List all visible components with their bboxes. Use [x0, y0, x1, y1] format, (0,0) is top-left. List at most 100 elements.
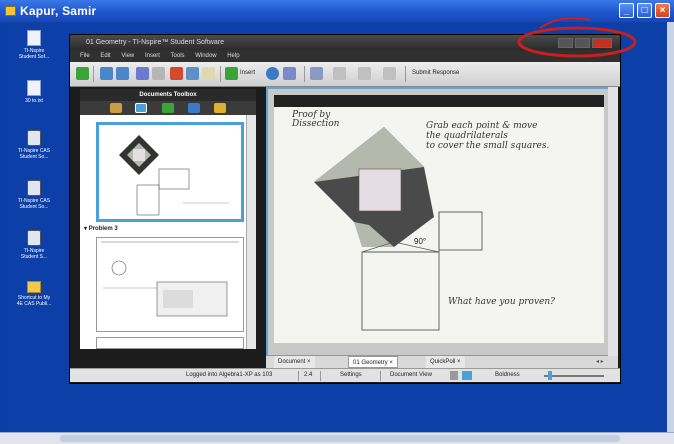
desktop-icon-1[interactable]: 30 to.txt — [14, 80, 54, 104]
page-sorter-panel: 1 ▾ Problem 3 — [80, 115, 256, 349]
menu-tools[interactable]: Tools — [171, 53, 185, 59]
grid-icon[interactable] — [310, 67, 323, 80]
tab-label: 01 Geometry — [353, 360, 388, 366]
menu-window[interactable]: Window — [195, 53, 216, 59]
settings-button[interactable]: Settings — [340, 369, 362, 382]
document-scrollbar[interactable] — [608, 87, 618, 357]
desktop-icon-label: Student S... — [20, 254, 48, 260]
tab-label: QuickPoll — [430, 359, 456, 365]
insert-icon[interactable] — [225, 67, 238, 80]
redo-icon[interactable] — [152, 67, 165, 80]
small-square-right — [438, 211, 483, 251]
panel-scrollbar[interactable] — [246, 115, 256, 349]
screen-icon[interactable] — [283, 67, 296, 80]
toolbar-divider — [93, 66, 94, 82]
page-thumbnail-selected[interactable] — [96, 122, 244, 222]
desktop-icon-0[interactable]: TI-Nspire Student Sof... — [14, 30, 54, 60]
page-number: 2.4 — [304, 372, 313, 378]
insert-button[interactable]: Insert — [240, 70, 255, 76]
toolbar-divider — [220, 66, 221, 82]
remote-horizontal-scrollbar[interactable] — [0, 432, 674, 444]
desktop-icon-3[interactable]: TI-Nspire CAS Student So... — [14, 180, 54, 210]
page-thumbnail-small[interactable] — [96, 337, 244, 349]
undo-icon[interactable] — [136, 67, 149, 80]
login-status: Logged into Algebra1-XP as 103 — [186, 372, 273, 378]
remote-vertical-scrollbar[interactable] — [667, 22, 674, 432]
open-icon[interactable] — [100, 67, 113, 80]
document-page[interactable]: Proof by Dissection Grab each point & mo… — [274, 95, 604, 343]
thumbnail-content — [101, 241, 239, 317]
thumbnail-diagram — [119, 135, 229, 216]
dissection-diagram — [314, 127, 483, 331]
desktop-icon-label: 4E CAS Publi... — [16, 301, 52, 307]
close-icon[interactable]: × — [655, 3, 670, 18]
menu-help[interactable]: Help — [227, 53, 239, 59]
remote-title-bar[interactable]: Kapur, Samir _ □ × — [0, 0, 674, 22]
tab-quickpoll[interactable]: QuickPoll × — [426, 356, 465, 368]
page-thumbnail[interactable] — [96, 237, 244, 332]
toolbox-tabs — [80, 101, 256, 115]
nspire-app-window: 01 Geometry - TI-Nspire™ Student Softwar… — [69, 34, 621, 384]
app-restore-icon[interactable] — [575, 38, 590, 48]
globe-icon[interactable] — [266, 67, 279, 80]
tab-label: Document — [278, 359, 306, 365]
maximize-icon[interactable]: □ — [637, 3, 652, 18]
small-square — [358, 168, 402, 212]
toolbar-divider — [304, 66, 305, 82]
boldness-label: Boldness — [495, 372, 520, 378]
copy-icon[interactable] — [186, 67, 199, 80]
tab-geometry[interactable]: 01 Geometry × — [348, 356, 398, 368]
calculator-icon — [27, 130, 41, 146]
cut-icon[interactable] — [170, 67, 183, 80]
tools-tab-icon[interactable] — [110, 103, 122, 113]
folder-tab-icon[interactable] — [214, 103, 226, 113]
desktop-icon-label: Student So... — [19, 154, 49, 160]
toolbar: Insert Submit Response — [70, 62, 620, 87]
menu-bar: File Edit View Insert Tools Window Help — [70, 50, 620, 62]
scroll-thumb[interactable] — [60, 435, 620, 442]
menu-insert[interactable]: Insert — [145, 53, 160, 59]
page-view-icon[interactable] — [450, 371, 458, 380]
save-icon[interactable] — [116, 67, 129, 80]
tab-scroll-arrows-icon[interactable]: ◂ ▸ — [596, 356, 604, 368]
desktop-icon-2[interactable]: TI-Nspire CAS Student So... — [14, 130, 54, 160]
desktop-icon-label: 30 to.txt — [25, 98, 43, 104]
documents-toolbox-header: Documents Toolbox — [80, 89, 256, 101]
submit-response-button[interactable]: Submit Response — [412, 70, 459, 76]
angle-label: 90° — [414, 237, 427, 246]
desktop-icon-5[interactable]: Shortcut to My 4E CAS Publi... — [14, 278, 54, 307]
page-sorter-tab-icon[interactable] — [135, 103, 147, 113]
utilities-tab-icon[interactable] — [162, 103, 174, 113]
status-divider — [380, 371, 381, 381]
question-text: What have you proven? — [448, 297, 555, 307]
new-doc-icon[interactable] — [76, 67, 89, 80]
text-file-icon — [27, 80, 41, 96]
document-work-area: Proof by Dissection Grab each point & mo… — [266, 87, 610, 357]
boldness-slider[interactable] — [544, 375, 604, 377]
menu-view[interactable]: View — [121, 53, 134, 59]
toolbar-divider — [405, 66, 406, 82]
paste-icon[interactable] — [202, 67, 215, 80]
app-minimize-icon[interactable] — [558, 38, 573, 48]
tab-document[interactable]: Document × — [274, 356, 315, 368]
status-divider — [320, 371, 321, 381]
app-title: 01 Geometry - TI-Nspire™ Student Softwar… — [70, 35, 620, 50]
desktop-icon-label: Student Sof... — [18, 54, 50, 60]
problem-header[interactable]: ▾ Problem 3 — [84, 225, 118, 232]
app-close-icon[interactable] — [592, 38, 612, 48]
minimize-icon[interactable]: _ — [619, 3, 634, 18]
status-divider — [298, 371, 299, 381]
explorer-tab-icon[interactable] — [188, 103, 200, 113]
line-color-icon[interactable] — [358, 67, 371, 80]
menu-edit[interactable]: Edit — [100, 53, 110, 59]
boldness-slider-handle[interactable] — [548, 371, 552, 380]
fill-color-icon[interactable] — [333, 67, 346, 80]
desktop-icon-label: Student So... — [19, 204, 49, 210]
small-square-bottom — [361, 251, 440, 331]
document-view-label: Document View — [390, 372, 432, 378]
remote-title: Kapur, Samir — [20, 4, 97, 18]
text-color-icon[interactable] — [383, 67, 396, 80]
desktop-icon-4[interactable]: TI-Nspire Student S... — [14, 230, 54, 260]
menu-file[interactable]: File — [80, 53, 90, 59]
computer-view-icon[interactable] — [462, 371, 472, 380]
